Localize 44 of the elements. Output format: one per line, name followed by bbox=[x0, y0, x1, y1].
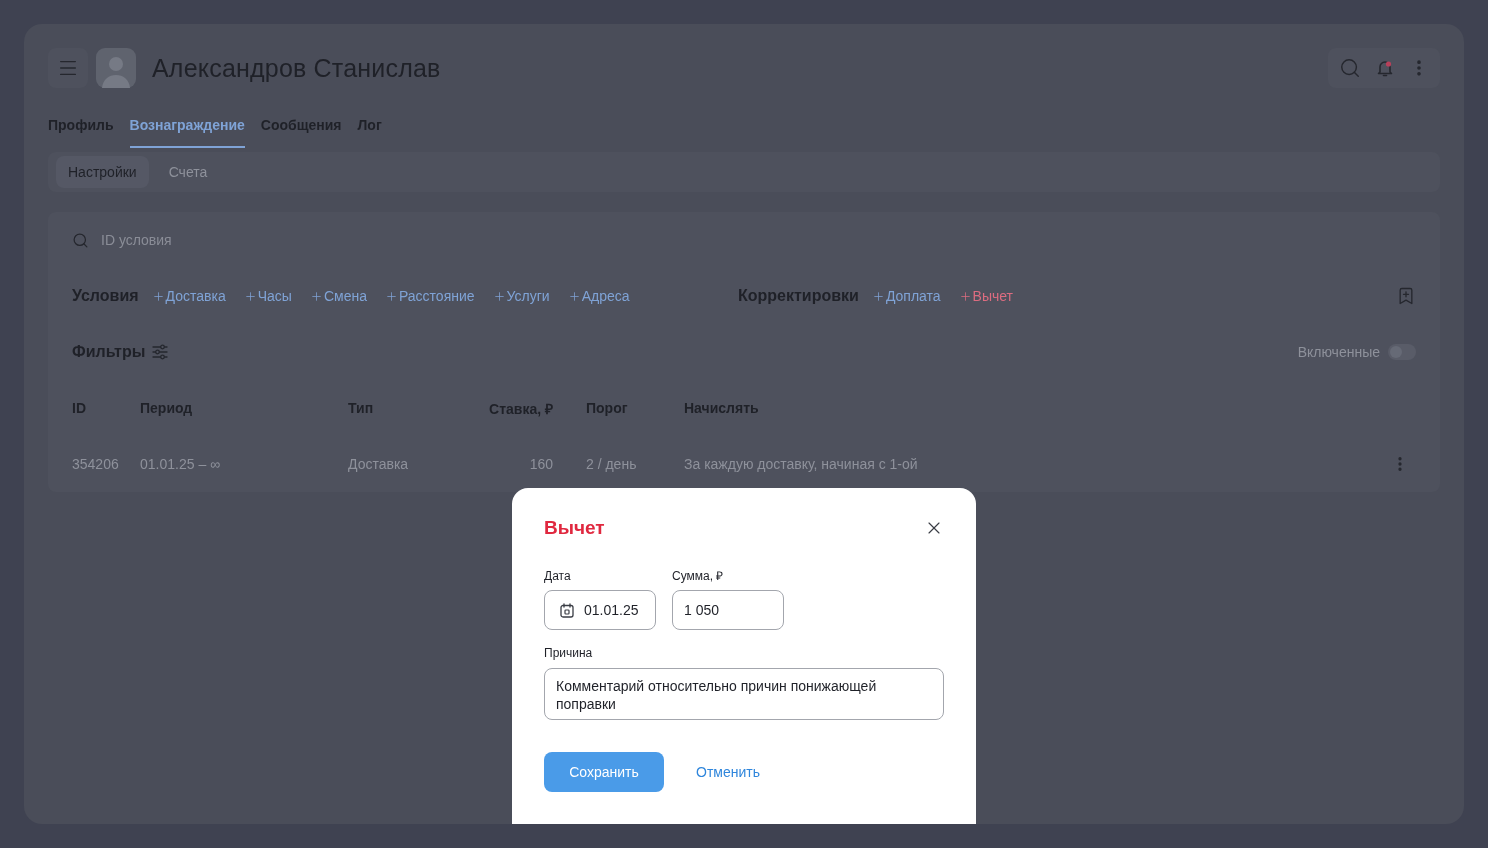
subtab[interactable]: Настройки bbox=[56, 156, 149, 188]
search-icon[interactable] bbox=[1339, 57, 1361, 79]
field-label: Дата bbox=[544, 568, 572, 584]
bell-icon[interactable] bbox=[1375, 58, 1395, 78]
plus-icon bbox=[309, 289, 323, 303]
add-condition-link[interactable]: Адреса bbox=[567, 288, 630, 304]
search-field[interactable]: ID условия bbox=[101, 228, 521, 252]
plus-icon bbox=[871, 289, 885, 303]
toggle-label: Включенные bbox=[1297, 344, 1380, 360]
reason-field[interactable]: Комментарий относительно причин понижающей поправки bbox=[544, 668, 944, 720]
plus-icon bbox=[567, 289, 581, 303]
table-cell-text: 2 / день bbox=[586, 455, 638, 474]
field-label: Сумма, ₽ bbox=[672, 568, 725, 584]
amount-field[interactable]: 1 050 bbox=[672, 590, 784, 630]
add-condition-link[interactable]: Часы bbox=[243, 288, 292, 304]
plus-icon bbox=[151, 289, 165, 303]
calendar-icon bbox=[560, 602, 574, 618]
date-field[interactable]: 01.01.25 bbox=[544, 590, 656, 630]
save-button[interactable]: Сохранить bbox=[544, 752, 664, 792]
cancel-link[interactable]: Отменить bbox=[696, 752, 760, 792]
plus-icon bbox=[492, 289, 506, 303]
plus-icon bbox=[243, 289, 257, 303]
add-condition-link[interactable]: Смена bbox=[309, 288, 367, 304]
search-icon bbox=[72, 231, 89, 249]
toggle-switch[interactable] bbox=[1388, 344, 1416, 360]
plus-icon bbox=[384, 289, 398, 303]
table-cell-text: За каждую доставку, начиная с 1-ой bbox=[684, 455, 919, 474]
table-cell-text: 01.01.25 – ∞ bbox=[140, 455, 222, 474]
field-label: Причина bbox=[544, 645, 594, 661]
add-condition-link[interactable]: Услуги bbox=[492, 288, 550, 304]
add-adjustment-link[interactable]: Доплата bbox=[871, 288, 941, 304]
add-condition-link[interactable]: Расстояние bbox=[384, 288, 475, 304]
filter-settings-icon[interactable] bbox=[152, 344, 169, 360]
table-cell-text: 160 bbox=[528, 455, 554, 474]
avatar-icon bbox=[96, 48, 136, 88]
add-adjustment-link[interactable]: Вычет bbox=[958, 288, 1014, 304]
add-condition-link[interactable]: Доставка bbox=[151, 288, 226, 304]
menu-button[interactable] bbox=[48, 48, 88, 88]
dialog-title: Вычет bbox=[544, 516, 605, 540]
table-cell-text: 354206 bbox=[72, 455, 120, 474]
table-cell-text: Доставка bbox=[348, 455, 410, 474]
tab[interactable]: Вознаграждение bbox=[129, 111, 245, 148]
plus-icon bbox=[958, 289, 972, 303]
subtab[interactable]: Счета bbox=[156, 156, 220, 188]
